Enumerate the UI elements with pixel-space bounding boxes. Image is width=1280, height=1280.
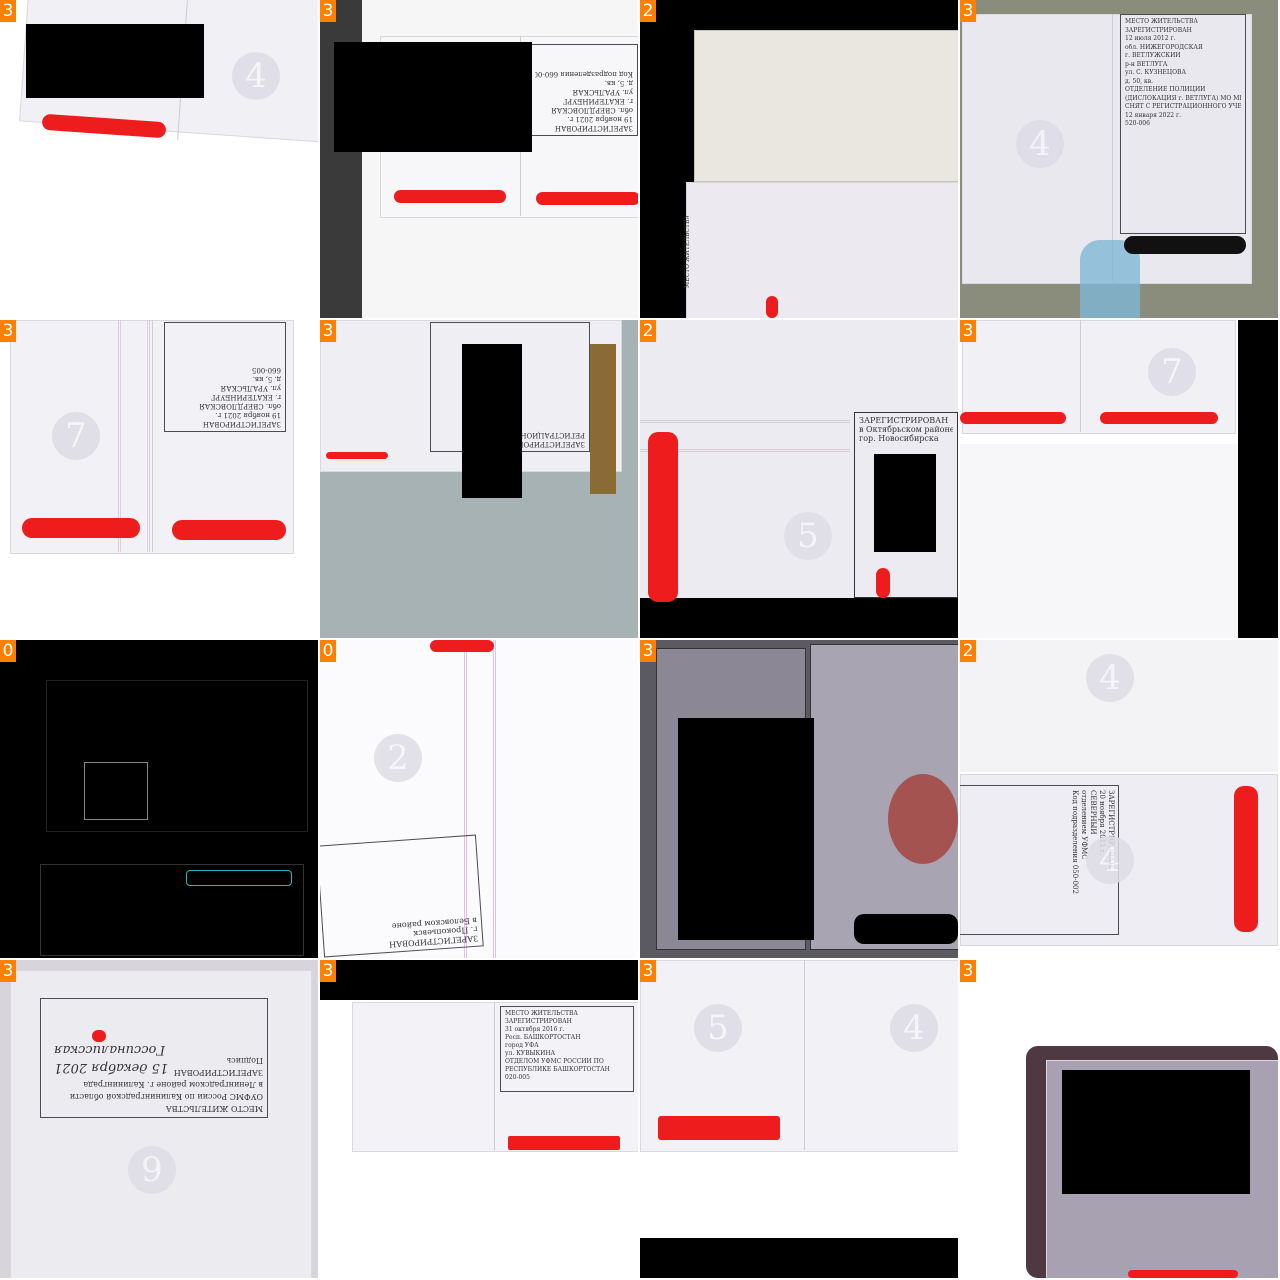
registration-stamp: МЕСТО ЖИТЕЛЬСТВА ЗАРЕГИСТРИРОВАН 31 октябр…	[500, 1006, 634, 1092]
page-fold	[804, 960, 805, 1150]
redaction-line	[658, 1116, 780, 1140]
redaction-line	[172, 520, 286, 540]
redaction-box	[854, 914, 958, 944]
tile-label-badge: 0	[0, 640, 16, 662]
page-number-mark: 4	[1086, 654, 1134, 702]
tile-10: 0 2 ЗАРЕГИСТРИРОВАН г. Прокопьевск в Белов…	[320, 640, 638, 958]
redaction-line	[394, 190, 506, 203]
page-number-mark: 9	[128, 1146, 176, 1194]
page-number-mark: 4	[232, 52, 280, 100]
tile-9: 0	[0, 640, 318, 958]
page-number-mark: 7	[1148, 348, 1196, 396]
photo-outline	[84, 762, 148, 820]
registration-stamp: МЕСТО ЖИТЕЛЬСТВА	[684, 216, 691, 288]
tile-16: 3	[960, 960, 1278, 1278]
page-number-mark: 4	[890, 1004, 938, 1052]
blank-fade	[960, 444, 1238, 638]
dark-edge	[320, 960, 638, 1000]
page-number-mark: 5	[694, 1004, 742, 1052]
tile-label-badge: 3	[320, 0, 336, 22]
tile-label-badge: 3	[960, 960, 976, 982]
tile-label-badge: 3	[320, 320, 336, 342]
passport-cover-edge	[590, 344, 616, 494]
redaction-box	[26, 24, 204, 98]
redaction-box	[678, 718, 814, 940]
tile-label-badge: 3	[0, 0, 16, 22]
page-number-mark: 5	[784, 512, 832, 560]
tile-7: 2 5 ЗАРЕГИСТРИРОВАН в Октябрьском районе г…	[640, 320, 958, 638]
registration-stamp: МЕСТО ЖИТЕЛЬСТВА ОУФМС России по Калининг…	[40, 998, 268, 1118]
redaction-line	[22, 518, 140, 538]
red-seal	[888, 774, 958, 864]
tile-label-badge: 2	[960, 640, 976, 662]
redaction-box	[1062, 1070, 1250, 1194]
registration-stamp: ЗАРЕГИСТРИРОВАН 19 ноября 2021 г. обл. СВЕ…	[530, 44, 638, 136]
registration-stamp: ЗАРЕГИСТРИРОВАН 19 ноября 2021 г. обл. СВЕ…	[164, 322, 286, 432]
redaction-line	[430, 640, 494, 652]
tile-label-badge: 3	[0, 960, 16, 982]
page-fold	[1080, 320, 1081, 432]
tile-13: 3 МЕСТО ЖИТЕЛЬСТВА ОУФМС России по Калини…	[0, 960, 318, 1278]
redaction-line	[508, 1136, 620, 1150]
mrz-outline	[186, 870, 292, 886]
dark-edge	[640, 1238, 958, 1278]
redaction-box	[874, 454, 936, 552]
tile-label-badge: 3	[320, 960, 336, 982]
tile-label-badge: 2	[640, 0, 656, 22]
tile-label-badge: 3	[640, 640, 656, 662]
passport-page-upper	[694, 30, 958, 182]
tile-8: 3 7	[960, 320, 1278, 638]
redaction-box	[334, 42, 532, 152]
page-number-mark: 4	[1086, 836, 1134, 884]
registration-stamp: МЕСТО ЖИТЕЛЬСТВА ЗАРЕГИСТРИРОВАН 12 июля 2…	[1120, 14, 1246, 234]
page-fold	[152, 320, 153, 552]
redaction-box	[462, 344, 522, 498]
redaction-line	[536, 192, 638, 205]
tile-label-badge: 0	[320, 640, 336, 662]
tile-label-badge: 3	[960, 320, 976, 342]
redaction-line	[1128, 1270, 1238, 1278]
tile-label-badge: 3	[0, 320, 16, 342]
tile-label-badge: 3	[640, 960, 656, 982]
page-number-mark: 4	[1016, 120, 1064, 168]
tile-1: 3 4	[0, 0, 318, 318]
page-number-mark: 2	[374, 734, 422, 782]
redaction-line	[1234, 786, 1258, 932]
tile-15: 3 5 4	[640, 960, 958, 1278]
redaction-line	[326, 452, 388, 459]
redaction-line	[876, 568, 890, 598]
redaction-line	[1100, 412, 1218, 424]
tile-3: 2 МЕСТО ЖИТЕЛЬСТВА	[640, 0, 958, 318]
page-number-mark: 7	[52, 412, 100, 460]
dark-edge	[640, 598, 958, 638]
tile-11: 3	[640, 640, 958, 958]
tile-6: 3 ЗАРЕГИСТРИРОВАН РЕГИСТРАЦИОННОГО	[320, 320, 638, 638]
tile-4: 3 4 МЕСТО ЖИТЕЛЬСТВА ЗАРЕГИСТРИРОВАН 12 ию…	[960, 0, 1278, 318]
tile-5: 3 7 ЗАРЕГИСТРИРОВАН 19 ноября 2021 г. обл.…	[0, 320, 318, 638]
handwritten-date: 15 декабря 2021	[54, 1060, 169, 1075]
redaction-line	[92, 1030, 106, 1042]
tile-14: 3 МЕСТО ЖИТЕЛЬСТВА ЗАРЕГИСТРИРОВАН 31 октя…	[320, 960, 638, 1278]
page-fold	[494, 1002, 495, 1150]
tile-2: 3 ЗАРЕГИСТРИРОВАН 19 ноября 2021 г. обл. С…	[320, 0, 638, 318]
image-grid: 3 4 3 ЗАРЕГИСТРИРОВАН 19 ноября 2021 г. об…	[0, 0, 1280, 1280]
handwritten-address: Госсиналисская	[54, 1042, 166, 1057]
registration-stamp: ЗАРЕГИСТРИРОВАН г. Прокопьевск в Беловском…	[320, 834, 484, 958]
redaction-line	[1124, 236, 1246, 254]
redaction-line	[766, 296, 778, 318]
redaction-line	[648, 432, 678, 602]
tile-label-badge: 3	[960, 0, 976, 22]
tile-12: 2 4 ЗАРЕГИСТРИРОВАН 20 ноября 2011 г. СЕВЕ…	[960, 640, 1278, 958]
redaction-line	[960, 412, 1066, 424]
tile-label-badge: 2	[640, 320, 656, 342]
dark-edge	[1238, 320, 1278, 638]
